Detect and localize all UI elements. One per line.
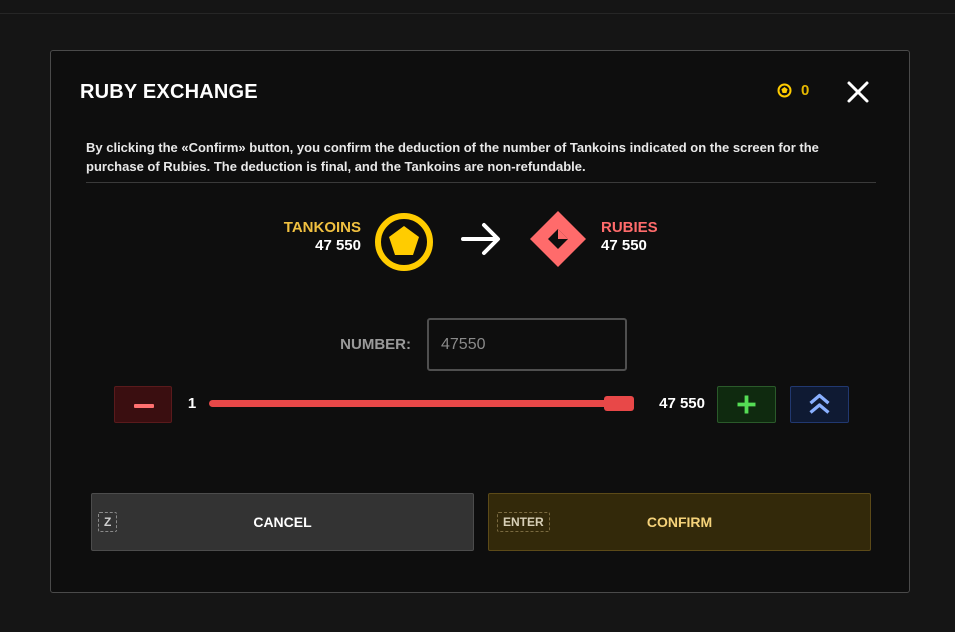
slider-max-label: 47 550 bbox=[659, 395, 705, 412]
increase-button[interactable] bbox=[717, 386, 776, 423]
slider-min-label: 1 bbox=[187, 395, 197, 412]
tankoin-icon bbox=[777, 83, 792, 98]
ruby-icon bbox=[530, 211, 586, 267]
tankoins-label: TANKOINS bbox=[283, 219, 361, 236]
confirm-label: CONFIRM bbox=[646, 514, 713, 530]
rubies-summary: RUBIES 47 550 bbox=[601, 219, 721, 255]
arrow-right-icon bbox=[461, 223, 500, 255]
dialog-title: RUBY EXCHANGE bbox=[80, 81, 258, 103]
top-divider bbox=[0, 13, 955, 14]
tankoins-summary: TANKOINS 47 550 bbox=[271, 219, 361, 255]
description-divider bbox=[86, 182, 876, 183]
slider-track[interactable] bbox=[209, 400, 631, 407]
cancel-button[interactable]: Z CANCEL bbox=[91, 493, 474, 551]
balance-value: 0 bbox=[801, 82, 810, 99]
minus-icon bbox=[134, 404, 154, 408]
max-button[interactable] bbox=[790, 386, 849, 423]
decrease-button[interactable] bbox=[114, 386, 172, 423]
plus-icon bbox=[737, 395, 756, 414]
confirmation-notice: By clicking the «Confirm» button, you co… bbox=[86, 140, 819, 174]
tankoin-icon bbox=[375, 213, 433, 271]
rubies-label: RUBIES bbox=[601, 219, 658, 236]
number-input[interactable] bbox=[427, 318, 627, 371]
number-label: NUMBER: bbox=[340, 336, 411, 353]
ruby-exchange-dialog: RUBY EXCHANGE 0 By clicking the «Confirm… bbox=[50, 50, 910, 593]
close-icon bbox=[847, 81, 869, 103]
cancel-label: CANCEL bbox=[253, 514, 312, 530]
tankoins-amount: 47 550 bbox=[315, 237, 361, 254]
double-chevron-up-icon bbox=[809, 393, 830, 414]
close-button[interactable] bbox=[844, 78, 872, 106]
confirm-button[interactable]: ENTER CONFIRM bbox=[488, 493, 871, 551]
slider-handle[interactable] bbox=[604, 396, 634, 411]
rubies-amount: 47 550 bbox=[601, 237, 647, 254]
tankoin-balance: 0 bbox=[777, 82, 809, 99]
